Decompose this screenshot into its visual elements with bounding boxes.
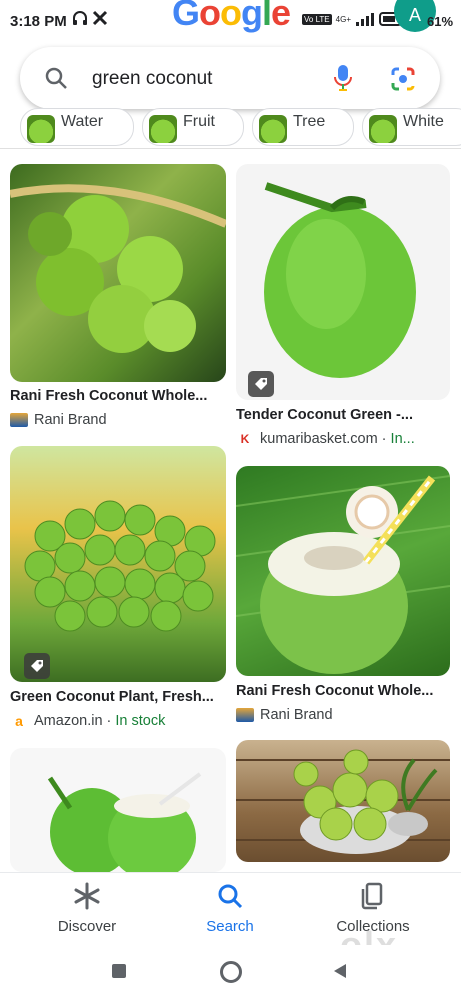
logo-letter: o: [220, 0, 242, 33]
signal-icon: [356, 13, 374, 26]
logo-letter: G: [172, 0, 200, 33]
result-source[interactable]: Rani Brand: [10, 412, 107, 428]
asterisk-icon: [74, 882, 100, 910]
recent-apps-button[interactable]: [112, 964, 126, 978]
logo-letter: l: [262, 0, 272, 33]
result-image[interactable]: [10, 446, 226, 682]
chip-fruit[interactable]: Fruit: [142, 108, 244, 146]
battery-percent: 61%: [427, 14, 454, 29]
result-source[interactable]: K kumaribasket.com · In...: [236, 431, 415, 447]
status-time: 3:18 PM: [10, 13, 67, 30]
headphones-icon: [73, 11, 87, 25]
chip-label: White: [403, 113, 444, 130]
google-logo[interactable]: Google: [172, 0, 291, 34]
chip-thumbnail: [149, 115, 177, 143]
rani-brand-icon: [236, 708, 254, 722]
network-type: 4G+: [335, 14, 351, 24]
status-icons-left: [72, 10, 108, 26]
result-title[interactable]: Rani Fresh Coconut Whole...: [236, 683, 433, 699]
result-source[interactable]: Rani Brand: [236, 707, 333, 723]
nav-collections[interactable]: [318, 882, 428, 915]
logo-letter: o: [199, 0, 221, 33]
rani-brand-icon: [10, 413, 28, 427]
chip-water[interactable]: Water: [20, 108, 134, 146]
result-image[interactable]: [10, 748, 226, 872]
result-image[interactable]: [236, 466, 450, 676]
result-title[interactable]: Rani Fresh Coconut Whole...: [10, 388, 207, 404]
missed-call-icon: [92, 10, 108, 26]
source-name: kumaribasket.com: [260, 431, 378, 447]
chip-label: Water: [61, 113, 104, 130]
search-input[interactable]: green coconut: [92, 68, 212, 90]
nav-discover[interactable]: [32, 882, 142, 915]
result-image[interactable]: [10, 164, 226, 382]
source-name: Rani Brand: [34, 412, 107, 428]
result-image[interactable]: [236, 740, 450, 862]
source-name: Rani Brand: [260, 707, 333, 723]
logo-letter: g: [241, 0, 263, 33]
chip-white[interactable]: White: [362, 108, 461, 146]
chip-tree[interactable]: Tree: [252, 108, 354, 146]
nav-search[interactable]: [175, 882, 285, 915]
source-separator: ·: [377, 431, 391, 447]
source-name: Amazon.in: [34, 713, 103, 729]
home-button[interactable]: [220, 961, 242, 983]
kumaribasket-icon: K: [236, 432, 254, 446]
volte-icon: Vo LTE: [302, 13, 332, 25]
result-title[interactable]: Tender Coconut Green -...: [236, 407, 413, 423]
nav-discover-label[interactable]: Discover: [22, 918, 152, 935]
status-icons-right: Vo LTE 4G+: [302, 12, 405, 26]
result-image[interactable]: [236, 164, 450, 400]
chip-thumbnail: [27, 115, 55, 143]
chip-label: Tree: [293, 113, 326, 130]
search-icon: [45, 67, 67, 89]
divider: [0, 148, 461, 149]
back-button[interactable]: [330, 962, 348, 980]
amazon-icon: a: [10, 714, 28, 728]
search-bar[interactable]: [20, 47, 440, 109]
chip-thumbnail: [259, 115, 287, 143]
logo-letter: e: [271, 0, 291, 33]
chip-thumbnail: [369, 115, 397, 143]
shopping-tag-icon: [24, 653, 50, 679]
chip-label: Fruit: [183, 113, 215, 130]
result-title[interactable]: Green Coconut Plant, Fresh...: [10, 689, 214, 705]
mic-icon[interactable]: [333, 63, 353, 93]
stock-status: In stock: [115, 713, 166, 729]
stock-status: In...: [390, 431, 415, 447]
shopping-tag-icon: [248, 371, 274, 397]
collections-icon: [361, 882, 383, 910]
lens-icon[interactable]: [390, 66, 416, 92]
result-source[interactable]: a Amazon.in · In stock: [10, 713, 165, 729]
search-icon: [218, 884, 243, 909]
nav-search-label[interactable]: Search: [165, 918, 295, 935]
source-separator: ·: [102, 713, 116, 729]
